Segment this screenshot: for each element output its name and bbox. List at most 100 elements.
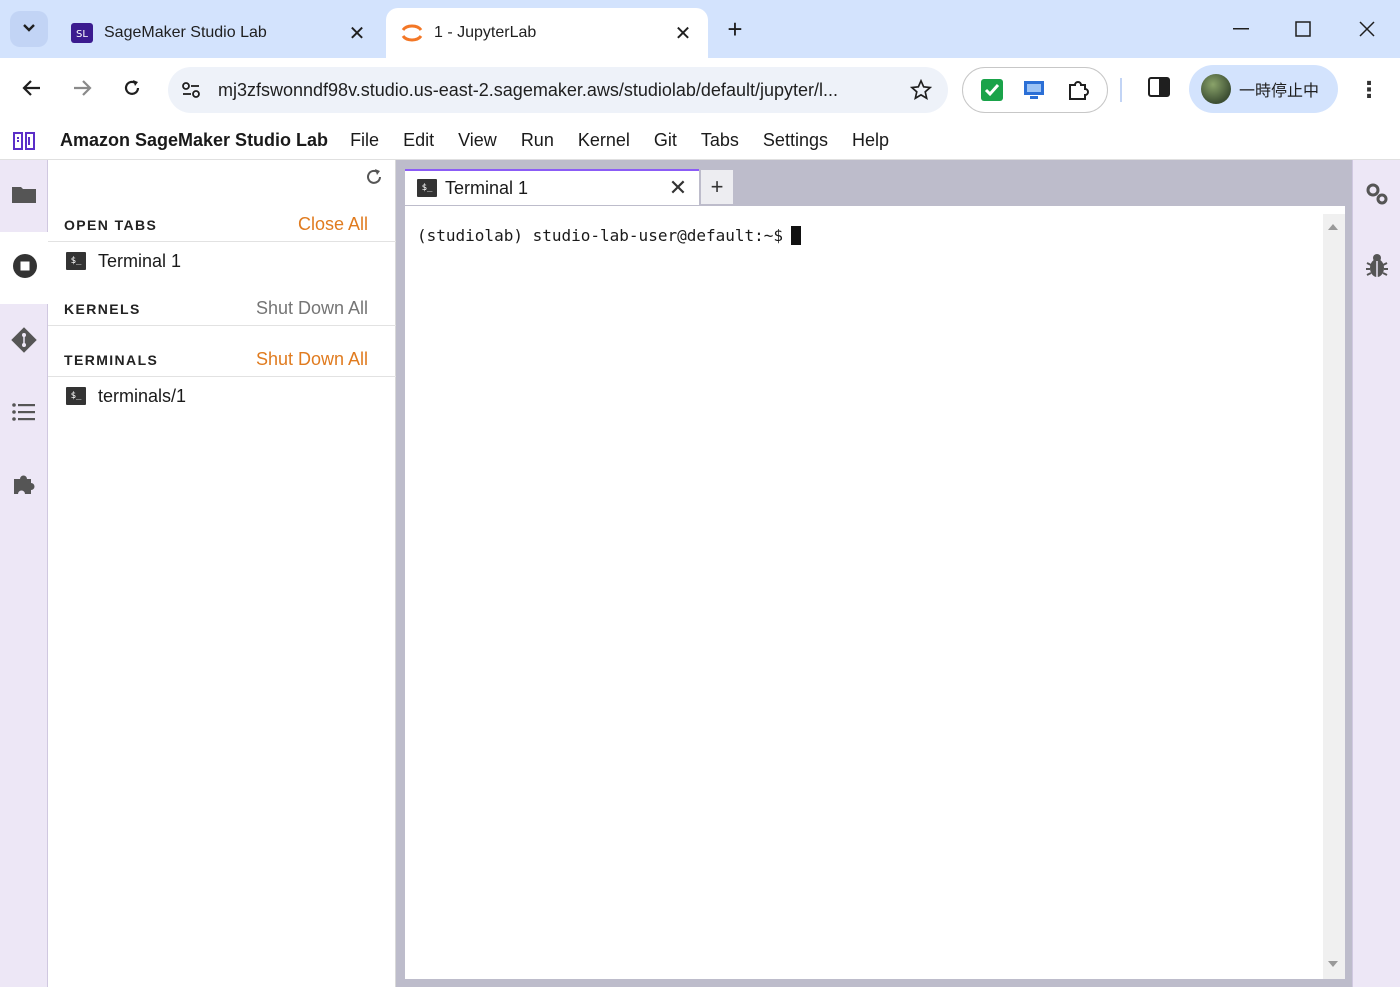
url-text: mj3zfswonndf98v.studio.us-east-2.sagemak…: [218, 79, 838, 100]
close-all-button[interactable]: Close All: [298, 214, 368, 235]
minimize-button[interactable]: [1218, 12, 1264, 46]
menu-bar: Amazon SageMaker Studio Lab File Edit Vi…: [0, 122, 1400, 160]
table-of-contents-tab[interactable]: [0, 378, 48, 450]
side-panel-icon: [1148, 76, 1170, 102]
list-item[interactable]: $_ Terminal 1: [48, 245, 396, 277]
back-button[interactable]: [14, 72, 50, 108]
terminal-icon: $_: [66, 387, 86, 405]
kernels-title: KERNELS: [64, 300, 141, 317]
browser-menu-button[interactable]: ⋮: [1354, 72, 1384, 108]
terminal-view[interactable]: (studiolab) studio-lab-user@default:~$: [405, 206, 1345, 979]
open-tabs-section-header: OPEN TABS Close All: [48, 208, 396, 242]
app-title: Amazon SageMaker Studio Lab: [60, 130, 329, 150]
running-sessions-panel: OPEN TABS Close All $_ Terminal 1 KERNEL…: [48, 160, 396, 987]
arrow-left-icon: [22, 79, 42, 102]
menu-view[interactable]: View: [446, 130, 509, 151]
browser-tab-jupyterlab[interactable]: 1 - JupyterLab ✕: [386, 8, 708, 58]
plus-icon: +: [727, 13, 743, 44]
terminal-prompt: (studiolab) studio-lab-user@default:~$: [417, 226, 784, 245]
refresh-icon: [365, 168, 383, 191]
profile-button[interactable]: 一時停止中: [1189, 65, 1338, 113]
menu-help[interactable]: Help: [840, 130, 901, 151]
menu-run[interactable]: Run: [509, 130, 566, 151]
site-settings-icon[interactable]: [174, 73, 208, 107]
browser-toolbar: mj3zfswonndf98v.studio.us-east-2.sagemak…: [0, 58, 1400, 122]
tab-terminal-1[interactable]: $_ Terminal 1 ✕: [405, 169, 699, 205]
kernels-section-header: KERNELS Shut Down All: [48, 292, 396, 326]
shut-down-all-kernels-button[interactable]: Shut Down All: [256, 298, 368, 319]
list-item[interactable]: $_ terminals/1: [48, 380, 396, 412]
open-tabs-title: OPEN TABS: [64, 216, 158, 233]
browser-tab-strip: SL SageMaker Studio Lab ✕ 1 - JupyterLab…: [0, 0, 1400, 58]
chevron-down-icon: [22, 20, 36, 38]
menu-settings[interactable]: Settings: [751, 130, 840, 151]
terminal-icon: $_: [417, 179, 437, 197]
scroll-down-arrow-icon[interactable]: [1328, 961, 1338, 967]
terminal-cursor: [791, 226, 802, 245]
folder-icon: [11, 183, 37, 210]
menu-tabs[interactable]: Tabs: [689, 130, 751, 151]
terminal-session-label: terminals/1: [98, 385, 187, 406]
close-tab-icon[interactable]: ✕: [346, 22, 368, 45]
gears-icon: [1364, 181, 1390, 212]
svg-text:SL: SL: [76, 29, 88, 40]
open-tab-label: Terminal 1: [98, 250, 182, 271]
dock-tab-label: Terminal 1: [445, 177, 529, 198]
extension-manager-tab[interactable]: [0, 450, 48, 522]
terminal-icon: $_: [66, 252, 86, 270]
list-icon: [12, 402, 36, 427]
arrow-right-icon: [72, 79, 92, 102]
tab-title: 1 - JupyterLab: [434, 24, 537, 41]
address-bar[interactable]: mj3zfswonndf98v.studio.us-east-2.sagemak…: [168, 67, 948, 113]
left-activity-bar: [0, 160, 48, 987]
close-tab-icon[interactable]: ✕: [672, 22, 694, 45]
terminal-prompt-line: (studiolab) studio-lab-user@default:~$: [417, 226, 802, 245]
bookmark-star-icon[interactable]: [908, 77, 934, 103]
sagemaker-logo-icon: SL: [70, 21, 94, 45]
menu-kernel[interactable]: Kernel: [566, 130, 642, 151]
toolbar-separator: [1120, 78, 1122, 102]
terminals-section-header: TERMINALS Shut Down All: [48, 343, 396, 377]
plus-icon: +: [710, 174, 724, 199]
bug-icon: [1365, 253, 1389, 284]
puzzle-icon: [11, 471, 37, 502]
browser-tab-sagemaker[interactable]: SL SageMaker Studio Lab ✕: [56, 8, 382, 58]
side-panel-button[interactable]: [1142, 72, 1176, 106]
reload-button[interactable]: [114, 72, 150, 108]
puzzle-extensions-icon[interactable]: [1063, 75, 1093, 105]
forward-button[interactable]: [64, 72, 100, 108]
new-launcher-button[interactable]: +: [701, 170, 733, 204]
debugger-tab[interactable]: [1353, 232, 1400, 304]
right-activity-bar: [1352, 160, 1400, 987]
jupyter-logo-icon: [400, 21, 424, 45]
screen-extension-icon[interactable]: [1020, 75, 1050, 105]
stop-circle-icon: [11, 252, 39, 285]
shut-down-all-terminals-button[interactable]: Shut Down All: [256, 349, 368, 370]
property-inspector-tab[interactable]: [1353, 160, 1400, 232]
studio-lab-logo-icon: [0, 122, 48, 160]
menu-file[interactable]: File: [338, 130, 391, 151]
reload-icon: [122, 78, 142, 103]
more-vert-icon: ⋮: [1358, 77, 1380, 102]
menu-git[interactable]: Git: [642, 130, 689, 151]
tab-search-button[interactable]: [10, 11, 48, 47]
scroll-up-arrow-icon[interactable]: [1328, 224, 1338, 230]
terminal-scrollbar[interactable]: [1323, 214, 1345, 979]
menu-edit[interactable]: Edit: [391, 130, 446, 151]
checkmark-extension-icon[interactable]: [977, 75, 1007, 105]
jupyterlab-app: Amazon SageMaker Studio Lab File Edit Vi…: [0, 122, 1400, 987]
close-window-button[interactable]: [1344, 12, 1390, 46]
profile-status-label: 一時停止中: [1239, 81, 1320, 100]
git-tab[interactable]: [0, 306, 48, 378]
file-browser-tab[interactable]: [0, 160, 48, 232]
new-tab-button[interactable]: +: [720, 14, 750, 44]
running-sessions-tab[interactable]: [0, 232, 48, 304]
terminals-title: TERMINALS: [64, 351, 159, 368]
extensions-group: [962, 67, 1108, 113]
refresh-button[interactable]: [363, 168, 385, 190]
tab-title: SageMaker Studio Lab: [104, 24, 267, 41]
close-icon[interactable]: ✕: [665, 175, 691, 201]
git-icon: [9, 325, 39, 360]
main-dock-area: $_ Terminal 1 ✕ + (studiolab) studio-lab…: [396, 160, 1352, 987]
maximize-button[interactable]: [1280, 12, 1326, 46]
